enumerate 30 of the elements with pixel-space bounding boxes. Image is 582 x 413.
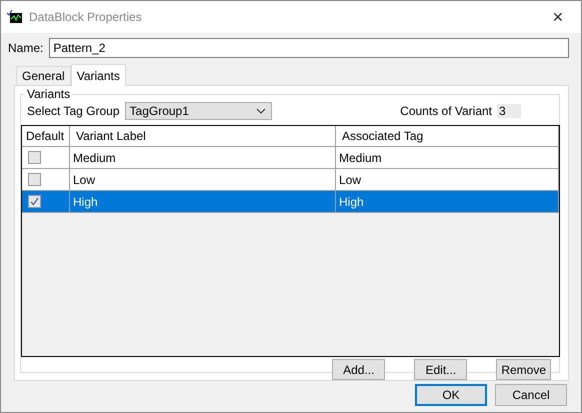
- table-cell: Low: [73, 172, 96, 186]
- tab[interactable]: Variants: [70, 64, 126, 86]
- name-field[interactable]: Pattern_2: [49, 38, 569, 58]
- checkbox[interactable]: [28, 173, 41, 186]
- close-button[interactable]: ✕: [535, 9, 581, 25]
- action-button[interactable]: Remove: [496, 359, 551, 380]
- name-label: Name:: [8, 41, 44, 55]
- tag-group-dropdown[interactable]: TagGroup1: [124, 102, 272, 120]
- table-row[interactable]: Low Low: [22, 169, 559, 191]
- count-value: 3: [497, 104, 521, 118]
- table-cell: Medium: [73, 150, 116, 164]
- table-cell: High: [339, 194, 364, 208]
- table-cell: Low: [339, 172, 362, 186]
- checkbox[interactable]: [28, 151, 41, 164]
- tab[interactable]: General: [16, 66, 71, 85]
- table-row[interactable]: Medium Medium: [22, 147, 559, 169]
- app-icon: [7, 10, 23, 24]
- action-button[interactable]: Edit...: [414, 359, 468, 380]
- table-cell: Medium: [339, 150, 382, 164]
- dialog-button[interactable]: OK: [415, 384, 487, 406]
- window-title: DataBlock Properties: [29, 10, 143, 24]
- table-row[interactable]: High High: [22, 191, 559, 213]
- action-button[interactable]: Add...: [332, 359, 386, 380]
- dialog-button[interactable]: Cancel: [495, 384, 567, 406]
- count-label: Counts of Variant: [400, 104, 492, 118]
- checkbox[interactable]: [28, 195, 41, 208]
- tag-group-label: Select Tag Group: [27, 104, 120, 118]
- table-cell: High: [73, 194, 98, 208]
- chevron-icon: [256, 108, 266, 114]
- group-title: Variants: [26, 87, 72, 101]
